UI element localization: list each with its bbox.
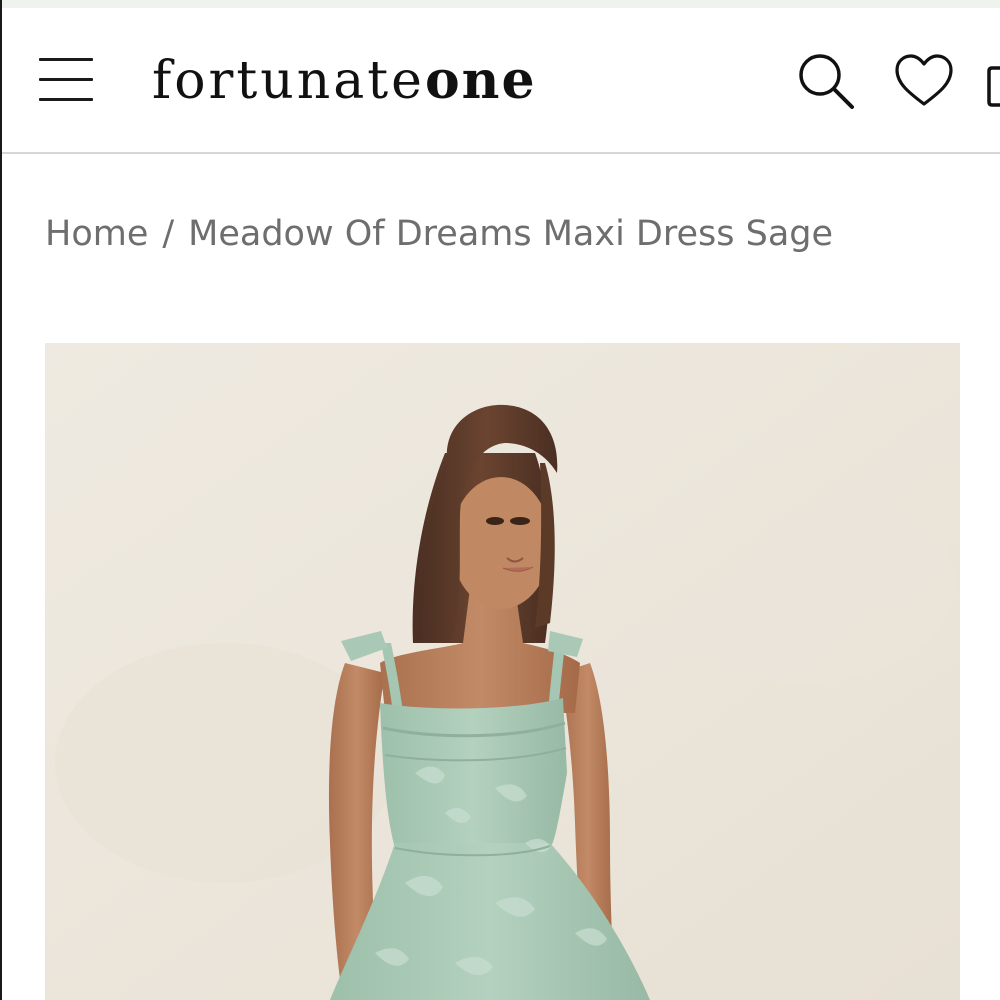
- top-strip: [2, 0, 1000, 8]
- breadcrumb-separator: /: [162, 214, 175, 254]
- brand-logo[interactable]: fortunateone: [152, 46, 537, 116]
- bag-icon: [987, 66, 1000, 107]
- heart-icon: [895, 54, 953, 106]
- product-photo: [45, 343, 960, 1000]
- search-icon: [799, 54, 854, 109]
- product-image[interactable]: [45, 343, 960, 1000]
- wishlist-button[interactable]: [892, 52, 956, 112]
- breadcrumb-current: Meadow Of Dreams Maxi Dress Sage: [188, 214, 834, 254]
- logo-text-light: fortunate: [152, 51, 425, 111]
- search-button[interactable]: [794, 50, 858, 114]
- site-header: fortunateone: [2, 8, 1000, 154]
- cart-button[interactable]: [984, 58, 1000, 118]
- logo-text-bold: one: [424, 50, 537, 111]
- breadcrumb: Home / Meadow Of Dreams Maxi Dress Sage: [45, 208, 833, 260]
- product-page: fortunateone Home / Meadow Of Dreams Maxi …: [0, 0, 1000, 1000]
- breadcrumb-home-link[interactable]: Home: [45, 214, 148, 254]
- hamburger-menu-icon[interactable]: [39, 56, 95, 104]
